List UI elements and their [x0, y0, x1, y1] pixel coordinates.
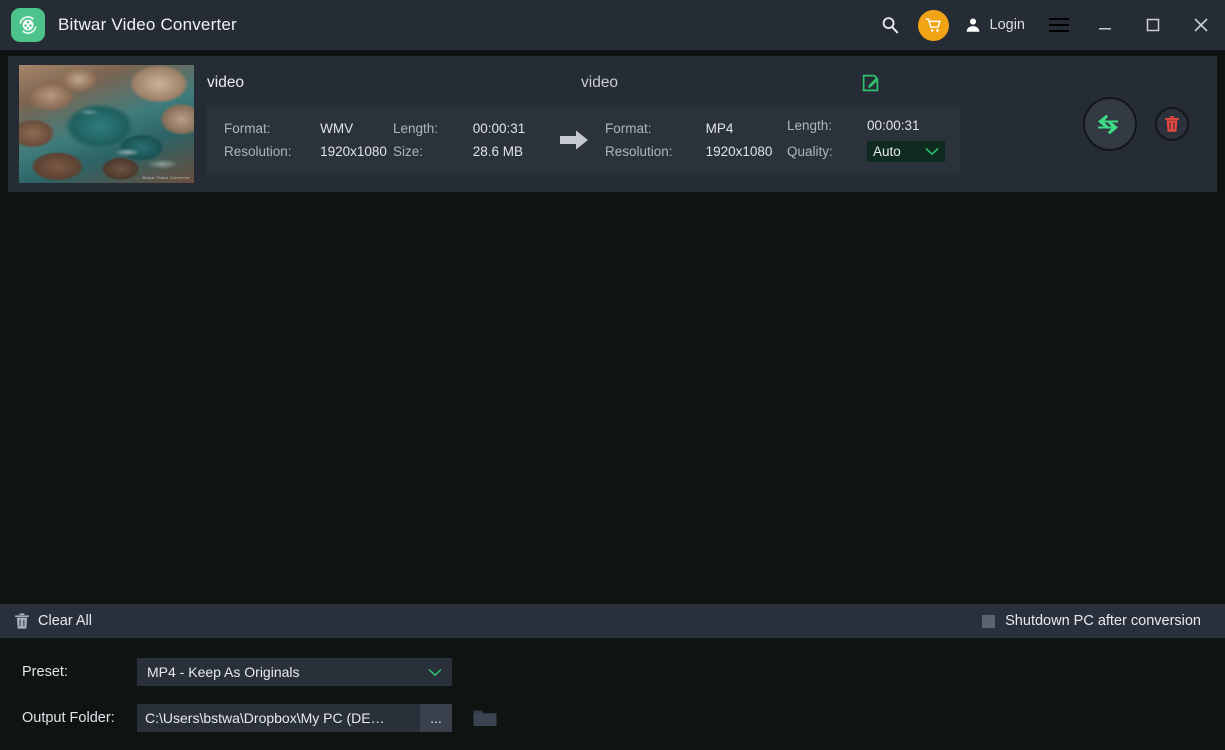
source-length-value: 00:00:31	[473, 121, 543, 136]
target-file-name: video	[581, 74, 858, 92]
file-item-body: video video Format: WMV Resolution: 1920…	[194, 56, 1083, 175]
source-format-label: Format:	[224, 121, 314, 136]
convert-item-button[interactable]	[1083, 97, 1137, 151]
chevron-down-icon	[925, 147, 939, 156]
arrow-right-icon	[543, 127, 605, 153]
source-file-name: video	[207, 74, 581, 92]
video-thumbnail: Bitwar Video Converter	[19, 65, 194, 183]
source-detail-col-primary: Format: WMV Resolution: 1920x1080	[207, 121, 393, 159]
target-format-value: MP4	[706, 121, 787, 136]
file-item-card[interactable]: Bitwar Video Converter video video Forma…	[8, 56, 1217, 192]
output-folder-value: C:\Users\bstwa\Dropbox\My PC (DE…	[137, 710, 420, 726]
file-detail-panel: Format: WMV Resolution: 1920x1080 Length…	[207, 105, 960, 175]
file-item-actions	[1083, 56, 1217, 192]
source-size-label: Size:	[393, 144, 455, 159]
quality-select[interactable]: Auto	[867, 141, 945, 162]
trash-icon	[14, 612, 30, 630]
shutdown-after-conversion-checkbox[interactable]: Shutdown PC after conversion	[982, 613, 1201, 629]
chevron-down-icon	[428, 668, 442, 677]
login-button[interactable]: Login	[958, 0, 1037, 50]
app-logo-icon	[11, 8, 45, 42]
delete-item-button[interactable]	[1155, 107, 1189, 141]
edit-pencil-icon[interactable]	[858, 70, 884, 96]
clear-all-label: Clear All	[38, 613, 92, 629]
target-format-label: Format:	[605, 121, 691, 136]
target-resolution-label: Resolution:	[605, 144, 691, 159]
shutdown-label: Shutdown PC after conversion	[1005, 613, 1201, 629]
source-resolution-value: 1920x1080	[320, 144, 393, 159]
minimize-icon[interactable]	[1081, 0, 1129, 50]
quality-select-value: Auto	[873, 144, 901, 159]
target-length-label: Length:	[787, 118, 855, 133]
thumbnail-foam-overlay	[19, 65, 194, 183]
shopping-cart-icon[interactable]	[918, 10, 949, 41]
checkbox-box[interactable]	[982, 615, 995, 628]
preset-select[interactable]: MP4 - Keep As Originals	[137, 658, 452, 686]
file-list-empty-area	[0, 196, 1225, 604]
app-window: Bitwar Video Converter	[0, 0, 1225, 750]
output-folder-label: Output Folder:	[22, 710, 137, 726]
close-icon[interactable]	[1177, 0, 1225, 50]
preset-label: Preset:	[22, 664, 137, 680]
preset-value: MP4 - Keep As Originals	[147, 664, 300, 680]
output-folder-row: Output Folder: C:\Users\bstwa\Dropbox\My…	[22, 704, 498, 732]
target-resolution-value: 1920x1080	[706, 144, 787, 159]
user-account-icon	[964, 16, 982, 34]
output-folder-input[interactable]: C:\Users\bstwa\Dropbox\My PC (DE… ...	[137, 704, 452, 732]
browse-folder-button[interactable]: ...	[420, 704, 452, 732]
source-detail-col-secondary: Length: 00:00:31 Size: 28.6 MB	[393, 121, 543, 159]
preset-row: Preset: MP4 - Keep As Originals	[22, 658, 452, 686]
open-folder-icon[interactable]	[472, 707, 498, 729]
target-detail-col-primary: Format: MP4 Resolution: 1920x1080	[605, 121, 787, 159]
title-bar: Bitwar Video Converter	[0, 0, 1225, 50]
source-format-value: WMV	[320, 121, 393, 136]
target-quality-label: Quality:	[787, 144, 855, 159]
source-resolution-label: Resolution:	[224, 144, 314, 159]
target-length-value: 00:00:31	[867, 118, 957, 133]
thumbnail-watermark: Bitwar Video Converter	[142, 175, 190, 180]
app-title: Bitwar Video Converter	[58, 15, 237, 35]
maximize-icon[interactable]	[1129, 0, 1177, 50]
clear-bar: Clear All Shutdown PC after conversion	[0, 604, 1225, 638]
source-size-value: 28.6 MB	[473, 144, 543, 159]
source-length-label: Length:	[393, 121, 455, 136]
hamburger-menu-icon[interactable]	[1037, 0, 1081, 50]
search-icon[interactable]	[868, 0, 914, 50]
footer-bar: Preset: MP4 - Keep As Originals Output F…	[0, 638, 1225, 750]
login-label: Login	[990, 17, 1025, 33]
clear-all-button[interactable]: Clear All	[14, 612, 92, 630]
target-detail-col-secondary: Length: 00:00:31 Quality: Auto	[787, 118, 957, 162]
file-name-row: video video	[194, 61, 1083, 105]
title-bar-controls: Login	[868, 0, 1225, 50]
